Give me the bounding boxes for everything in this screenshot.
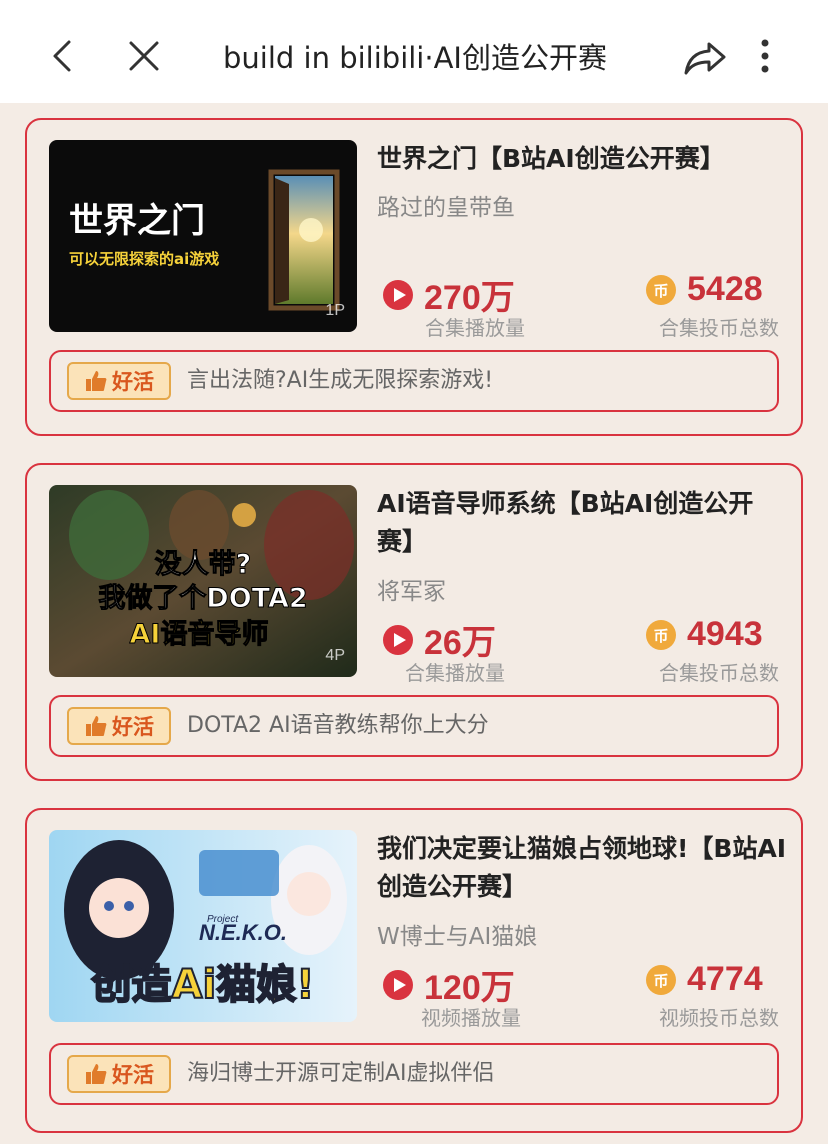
coin-count: 币 4943 [645,615,763,654]
video-title[interactable]: 世界之门【B站AI创造公开赛】 [377,140,787,178]
video-card[interactable]: Project N.E.K.O. 创造Ai猫娘! 我们决定要让猫娘占领地球!【B… [25,808,803,1133]
video-title[interactable]: 我们决定要让猫娘占领地球!【B站AI创造公开赛】 [377,830,787,906]
close-button[interactable] [120,32,168,80]
tag-label: 好活 [112,715,154,739]
author-name[interactable]: 将军冢 [377,572,446,606]
thumbnail-subtitle: 可以无限探索的ai游戏 [69,250,219,268]
coin-count-label: 视频投币总数 [659,1006,779,1030]
play-count-label: 合集播放量 [425,316,525,340]
recommend-text: 言出法随?AI生成无限探索游戏! [187,368,494,393]
coin-count-label: 合集投币总数 [659,661,779,685]
coin-icon: 币 [646,619,676,650]
coin-count-label: 合集投币总数 [659,316,779,340]
more-vertical-icon [761,39,769,73]
play-circle-icon [383,624,413,655]
video-thumbnail[interactable]: 世界之门 可以无限探索的ai游戏 1P [49,140,357,332]
share-button[interactable] [680,34,730,82]
video-thumbnail[interactable]: 没人带? 我做了个DOTA2 AI语音导师 4P [49,485,357,677]
recommend-box[interactable]: 好活 DOTA2 AI语音教练帮你上大分 [49,695,779,757]
video-card[interactable]: 没人带? 我做了个DOTA2 AI语音导师 4P AI语音导师系统【B站AI创造… [25,463,803,781]
recommend-text: 海归博士开源可定制AI虚拟伴侣 [187,1061,495,1086]
recommend-tag: 好活 [67,362,171,400]
thumbnail-title: 没人带? [155,549,252,580]
part-count-badge: 1P [325,302,345,319]
share-icon [684,42,726,75]
play-circle-icon [383,279,413,310]
top-bar: build in bilibili·AI创造公开赛 [0,0,828,103]
thumbnail-title: 世界之门 [69,201,205,241]
recommend-box[interactable]: 好活 言出法随?AI生成无限探索游戏! [49,350,779,412]
svg-text:币: 币 [653,627,668,645]
thumbnail-image: 没人带? 我做了个DOTA2 AI语音导师 [49,485,357,677]
coin-icon: 币 [646,964,676,995]
svg-text:币: 币 [653,282,668,300]
chevron-left-icon [53,40,71,72]
author-name[interactable]: W博士与AI猫娘 [377,917,537,951]
thumbnail-subtitle: N.E.K.O. [199,920,287,945]
thumbs-up-icon [86,371,107,391]
thumbnail-caption: AI语音导师 [130,618,269,650]
coin-count: 币 4774 [645,960,763,999]
thumbs-up-icon [86,716,107,736]
thumbnail-image: Project N.E.K.O. 创造Ai猫娘! [49,830,357,1022]
more-button[interactable] [745,32,785,80]
coin-count-value: 4943 [687,615,763,653]
video-card[interactable]: 世界之门 可以无限探索的ai游戏 1P 世界之门【B站AI创造公开赛】 路过的皇… [25,118,803,436]
recommend-box[interactable]: 好活 海归博士开源可定制AI虚拟伴侣 [49,1043,779,1105]
close-icon [129,41,159,71]
thumbs-up-icon [86,1064,107,1084]
recommend-tag: 好活 [67,707,171,745]
coin-icon: 币 [646,274,676,305]
page-title: build in bilibili·AI创造公开赛 [223,41,607,75]
recommend-tag: 好活 [67,1055,171,1093]
play-count-label: 视频播放量 [421,1006,521,1030]
author-name[interactable]: 路过的皇带鱼 [377,188,515,222]
video-thumbnail[interactable]: Project N.E.K.O. 创造Ai猫娘! [49,830,357,1022]
play-circle-icon [383,969,413,1000]
thumbnail-title: 创造Ai猫娘! [92,962,315,1008]
recommend-text: DOTA2 AI语音教练帮你上大分 [187,713,489,738]
coin-count: 币 5428 [645,270,763,309]
play-count-label: 合集播放量 [405,661,505,685]
video-title[interactable]: AI语音导师系统【B站AI创造公开赛】 [377,485,787,561]
thumbnail-subtitle: 我做了个DOTA2 [98,583,307,614]
part-count-badge: 4P [325,647,345,664]
thumbnail-image: 世界之门 可以无限探索的ai游戏 [49,140,357,332]
coin-count-value: 5428 [687,270,763,308]
back-button[interactable] [38,32,86,80]
tag-label: 好活 [112,1063,154,1087]
coin-count-value: 4774 [687,960,763,998]
tag-label: 好活 [112,370,154,394]
svg-text:币: 币 [653,972,668,990]
